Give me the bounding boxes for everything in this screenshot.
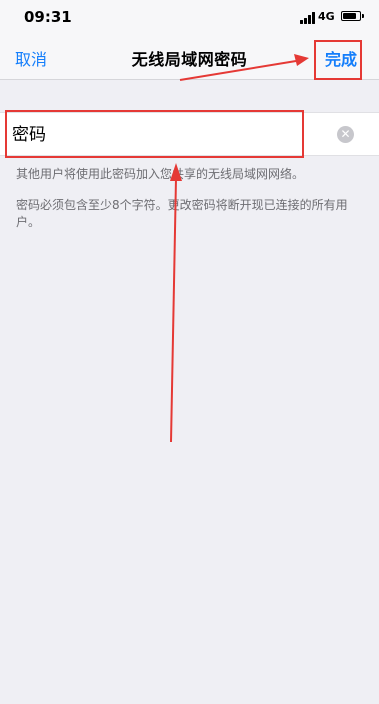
share-hint-text: 其他用户将使用此密码加入您共享的无线局域网网络。 [16,167,305,181]
status-bar: 09:31 4G [0,0,379,36]
signal-icon [300,12,316,24]
network-type: 4G [318,10,335,23]
done-button[interactable]: 完成 [325,46,357,70]
navigation-bar: 取消 无线局域网密码 完成 [0,36,379,80]
battery-cap [362,14,364,18]
password-rule-text: 密码必须包含至少8个字符。更改密码将断开现已连接的所有用户。 [16,198,348,229]
password-row: ✕ [0,112,379,156]
password-input[interactable] [12,119,312,151]
clear-icon[interactable]: ✕ [337,126,354,143]
annotation-arrows [170,54,309,443]
status-time: 09:31 [24,8,72,26]
battery-level [343,13,356,19]
page-title: 无线局域网密码 [131,50,248,69]
battery-icon [341,11,361,21]
